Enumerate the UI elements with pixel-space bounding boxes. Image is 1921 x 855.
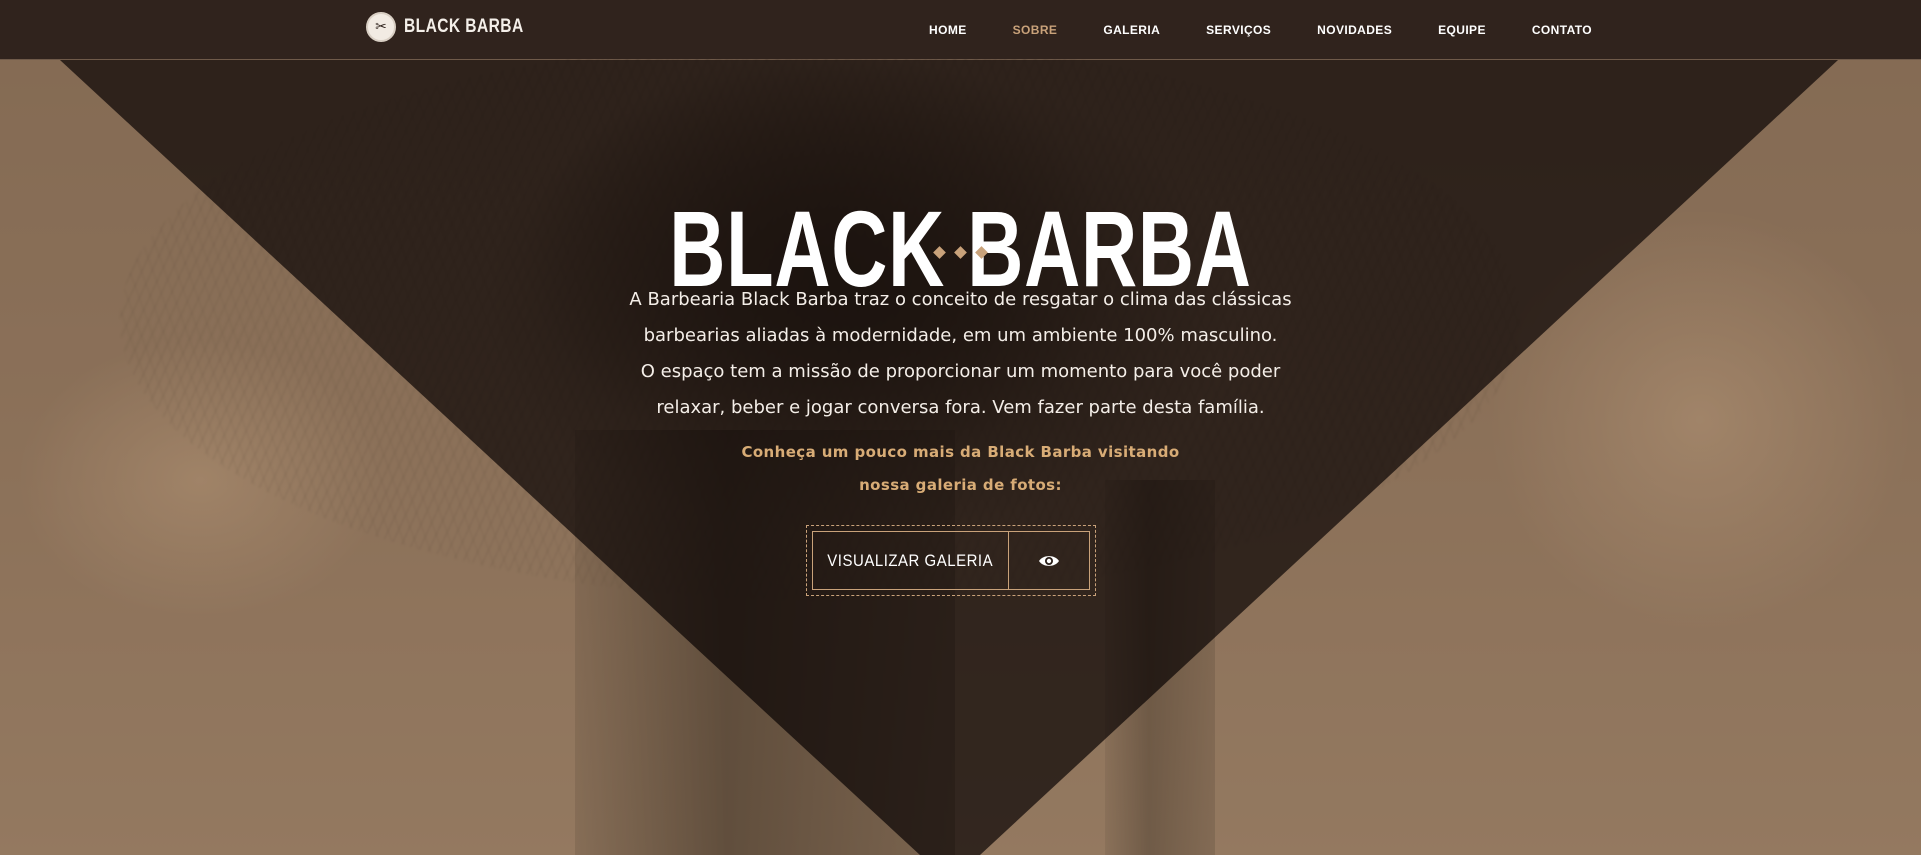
description-line: A Barbearia Black Barba traz o conceito … [629,289,1292,310]
barber-emblem-icon: ✂ [366,12,396,42]
nav-item-home[interactable]: HOME [929,23,967,37]
view-gallery-button-inner: VISUALIZAR GALERIA [812,531,1090,590]
diamond-icon [954,246,967,259]
view-gallery-label: VISUALIZAR GALERIA [813,532,1009,589]
eye-icon [1009,532,1089,589]
nav-item-galeria[interactable]: GALERIA [1103,23,1160,37]
view-gallery-label-text: VISUALIZAR GALERIA [827,550,994,570]
cta-line: nossa galeria de fotos: [859,476,1062,494]
logo[interactable]: ✂ BLACK BARBA [366,12,550,42]
main-nav: HOME SOBRE GALERIA SERVIÇOS NOVIDADES EQ… [883,0,1592,59]
nav-item-contato[interactable]: CONTATO [1532,23,1592,37]
nav-item-servicos[interactable]: SERVIÇOS [1206,23,1271,37]
diamond-divider [0,246,1921,259]
diamond-icon [933,246,946,259]
logo-text: BLACK BARBA [404,16,524,37]
nav-item-equipe[interactable]: EQUIPE [1438,23,1486,37]
description-line: barbearias aliadas à modernidade, em um … [643,325,1278,346]
page: ✂ BLACK BARBA HOME SOBRE GALERIA SERVIÇO… [0,0,1921,855]
eye-icon-svg [1039,555,1059,566]
nav-item-sobre[interactable]: SOBRE [1013,23,1058,37]
navbar: ✂ BLACK BARBA HOME SOBRE GALERIA SERVIÇO… [0,0,1921,59]
nav-item-novidades[interactable]: NOVIDADES [1317,23,1392,37]
view-gallery-button[interactable]: VISUALIZAR GALERIA [806,525,1096,596]
description-line: O espaço tem a missão de proporcionar um… [640,361,1281,382]
hero-description: A Barbearia Black Barba traz o conceito … [0,282,1921,426]
description-line: relaxar, beber e jogar conversa fora. Ve… [656,397,1265,418]
diamond-icon [975,246,988,259]
cta-line: Conheça um pouco mais da Black Barba vis… [741,443,1180,461]
gallery-cta-text: Conheça um pouco mais da Black Barba vis… [0,436,1921,502]
